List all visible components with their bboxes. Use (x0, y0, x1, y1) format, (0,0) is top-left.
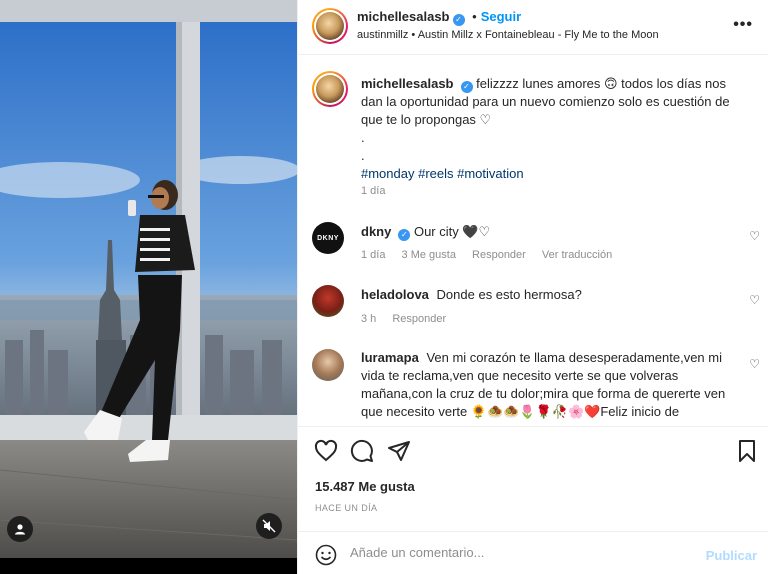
post-modal: michellesalasb ✓ • Seguir austinmillz • Au… (0, 0, 768, 574)
comment-meta: 1 día 3 Me gusta Responder Ver traducció… (361, 249, 625, 261)
comment-time[interactable]: 3 h (361, 313, 376, 325)
verified-badge-icon: ✓ (452, 14, 465, 26)
muted-speaker-icon (262, 519, 276, 533)
comment: dkny ✓ Our city 🖤♡ (361, 223, 751, 241)
verified-badge-icon: ✓ (460, 81, 473, 93)
comment-username[interactable]: luramapa (361, 350, 419, 365)
author-username[interactable]: michellesalasb (357, 9, 450, 24)
comments-list[interactable]: michellesalasb ✓ felizzzz lunes amores 🙃 … (298, 56, 768, 426)
caption-avatar[interactable] (312, 71, 348, 107)
caption: michellesalasb ✓ felizzzz lunes amores 🙃 … (361, 75, 751, 183)
comment-input[interactable] (350, 545, 690, 560)
publish-button[interactable]: Publicar (706, 548, 757, 563)
reply-button[interactable]: Responder (392, 313, 446, 325)
caption-meta: 1 día (361, 185, 398, 197)
share-send-icon[interactable] (387, 439, 411, 463)
caption-dot: . (361, 130, 365, 145)
save-bookmark-icon[interactable] (735, 439, 759, 463)
likes-count[interactable]: 15.487 Me gusta (315, 479, 415, 494)
dkny-avatar[interactable]: DKNY (312, 222, 344, 254)
comment-text: Our city 🖤♡ (413, 224, 491, 239)
author-avatar[interactable] (312, 8, 348, 44)
caption-time[interactable]: 1 día (361, 185, 385, 197)
audio-track-link[interactable]: austinmillz • Austin Millz x Fontaineble… (357, 29, 659, 41)
caption-dot: . (361, 148, 365, 163)
comment-username[interactable]: heladolova (361, 287, 429, 302)
post-actions: 15.487 Me gusta HACE UN DÍA (298, 426, 768, 531)
comment-meta: 3 h Responder (361, 313, 459, 325)
heladolova-avatar[interactable] (312, 285, 344, 317)
hashtags[interactable]: #monday #reels #motivation (361, 166, 524, 181)
verified-badge-icon: ✓ (398, 229, 411, 241)
comment: luramapa Ven mi corazón te llama desespe… (361, 349, 741, 421)
comment-text: Donde es esto hermosa? (436, 287, 582, 302)
comment-likes[interactable]: 3 Me gusta (402, 249, 456, 261)
like-comment-icon[interactable]: ♡ (749, 229, 760, 243)
comment: heladolova Donde es esto hermosa? (361, 286, 751, 304)
post-date: HACE UN DÍA (315, 503, 378, 513)
post-panel: michellesalasb ✓ • Seguir austinmillz • Au… (297, 0, 768, 574)
dkny-logo-text: DKNY (317, 234, 339, 242)
like-comment-icon[interactable]: ♡ (749, 293, 760, 307)
luramapa-avatar[interactable] (312, 349, 344, 381)
user-icon (15, 524, 25, 535)
post-header: michellesalasb ✓ • Seguir austinmillz • Au… (298, 0, 768, 55)
reel-video[interactable] (0, 0, 297, 574)
add-comment-bar: Publicar (298, 531, 768, 574)
header-user-line: michellesalasb ✓ • Seguir (357, 9, 521, 26)
like-comment-icon[interactable]: ♡ (749, 357, 760, 371)
comment-username[interactable]: dkny (361, 224, 391, 239)
comment-bubble-icon[interactable] (350, 439, 374, 463)
emoji-icon[interactable] (315, 544, 337, 566)
comment-time[interactable]: 1 día (361, 249, 385, 261)
tagged-users-button[interactable] (7, 516, 33, 542)
video-frame (0, 0, 297, 574)
more-options-icon[interactable]: ••• (733, 16, 753, 34)
separator-dot: • (472, 9, 477, 24)
translate-button[interactable]: Ver traducción (542, 249, 612, 261)
caption-username[interactable]: michellesalasb (361, 76, 454, 91)
like-heart-icon[interactable] (314, 439, 338, 463)
follow-button[interactable]: Seguir (481, 9, 521, 24)
mute-button[interactable] (256, 513, 282, 539)
reply-button[interactable]: Responder (472, 249, 526, 261)
